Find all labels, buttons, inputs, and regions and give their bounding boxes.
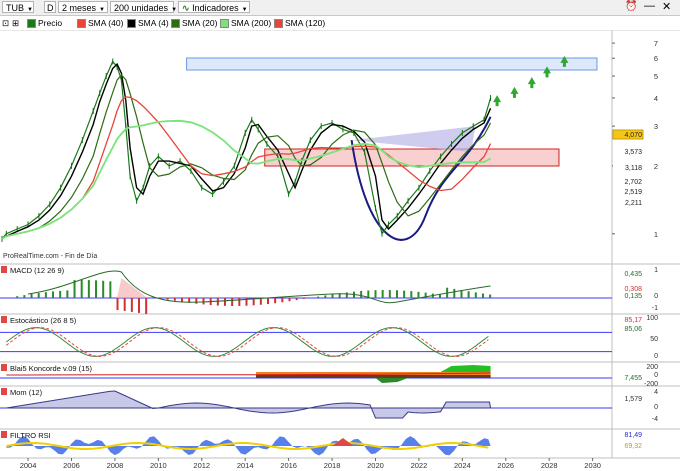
mom-area	[6, 390, 492, 419]
mom-panel-icon	[1, 388, 7, 395]
x-tick-label: 2006	[63, 461, 80, 470]
koncorde-panel-title: Blai5 Koncorde v.09 (15)	[10, 364, 92, 373]
chart-canvas: 76543212004 2006 2008 2010 2012 2014 2016 2018 2…	[0, 30, 680, 470]
macd-value-label: 0,308	[624, 286, 642, 293]
macd-value-label: 0,135	[624, 293, 642, 300]
x-tick-label: 2010	[150, 461, 167, 470]
rsi-value-label: 81,49	[624, 432, 642, 439]
x-tick-label: 2022	[411, 461, 428, 470]
rsi-panel-icon	[1, 431, 7, 438]
mom-panel-title: Mom (12)	[10, 388, 43, 397]
macd-panel-title: MACD (12 26 9)	[10, 266, 65, 275]
koncorde-tick-label: 200	[646, 364, 658, 371]
x-tick-label: 2004	[20, 461, 37, 470]
x-tick-label: 2026	[497, 461, 514, 470]
koncorde-dip-area	[375, 378, 409, 383]
stoch-tick-label: 0	[654, 353, 658, 360]
x-tick-label: 2012	[193, 461, 210, 470]
price-label: 3,573	[624, 149, 642, 156]
price-label: 2,519	[624, 189, 642, 196]
x-tick-label: 2030	[584, 461, 601, 470]
koncorde-tick-label: 0	[654, 372, 658, 379]
stoch-panel-title: Estocástico (26 8 5)	[10, 316, 77, 325]
macd-tick-label: 0	[654, 293, 658, 300]
koncorde-tick-label: -200	[644, 381, 658, 388]
macd-panel-icon	[1, 266, 7, 273]
up-arrow-icon	[493, 95, 502, 107]
y-tick-label: 2	[654, 162, 658, 171]
macd-tick-label: 1	[654, 267, 658, 274]
x-tick-label: 2014	[237, 461, 254, 470]
up-arrow-icon	[527, 77, 536, 89]
x-tick-label: 2028	[541, 461, 558, 470]
y-tick-label: 6	[654, 54, 658, 63]
x-tick-label: 2016	[280, 461, 297, 470]
price-label: 4,070	[624, 132, 642, 139]
macd-tick-label: -1	[652, 305, 658, 312]
koncorde-panel-icon	[1, 364, 7, 371]
stoch-value-label: 85,17	[624, 317, 642, 324]
target-zone-box	[186, 57, 598, 71]
y-tick-label: 1	[654, 230, 658, 239]
price-label: 2,211	[625, 200, 642, 207]
x-tick-label: 2008	[107, 461, 124, 470]
stoch-panel-icon	[1, 316, 7, 323]
stoch-tick-label: 50	[650, 336, 658, 343]
up-arrow-icon	[510, 86, 519, 98]
stoch-tick-label: 100	[646, 315, 658, 322]
x-tick-label: 2018	[324, 461, 341, 470]
macd-value-label: 0,435	[624, 271, 642, 278]
mom-tick-label: 0	[654, 404, 658, 411]
y-tick-label: 7	[654, 39, 658, 48]
y-tick-label: 3	[654, 122, 658, 131]
resistance-zone-box	[264, 148, 560, 167]
price-label: 2,702	[624, 179, 642, 186]
y-tick-label: 4	[654, 94, 658, 103]
rsi-panel-title: FILTRO RSI	[10, 431, 51, 440]
x-tick-label: 2020	[367, 461, 384, 470]
rsi-value-label: 69,32	[624, 443, 642, 450]
koncorde-green-area	[440, 365, 491, 372]
price-label: 3,118	[625, 165, 642, 172]
koncorde-value-label: 7,455	[624, 375, 642, 382]
koncorde-brown-area	[256, 375, 491, 378]
mom-value-label: 1,579	[624, 396, 642, 403]
macd-shade	[117, 278, 148, 298]
mom-tick-label: -4	[652, 416, 658, 423]
stoch-value-label: 85,06	[624, 326, 642, 333]
rsi-area	[6, 436, 491, 456]
y-tick-label: 5	[654, 72, 658, 81]
watermark: ProRealTime.com - Fin de Día	[3, 253, 97, 260]
x-tick-label: 2024	[454, 461, 471, 470]
mom-tick-label: 4	[654, 389, 658, 396]
